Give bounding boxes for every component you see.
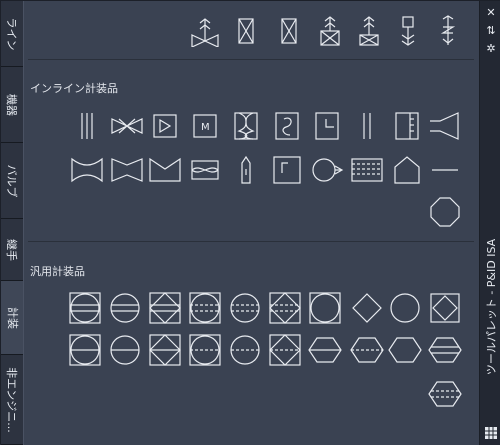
symbol-general-circle-box-dashed[interactable] [188, 291, 222, 325]
symbol-general-diamond-box-dashed[interactable] [268, 291, 302, 325]
symbol-inline-orifice[interactable] [188, 153, 222, 187]
tab-fitting[interactable]: 継手 [1, 219, 23, 281]
palette-content: インライン計装品 M 汎用計装品 [23, 1, 479, 445]
tab-instrumentation-label: 計装 [6, 306, 19, 329]
symbol-inline-rotameter[interactable] [310, 153, 344, 187]
symbol-general-hexagon-dashes[interactable] [428, 377, 462, 411]
symbol-general-diamond[interactable] [350, 291, 384, 325]
symbol-general-circle-line[interactable] [108, 333, 142, 367]
symbol-inline-grid[interactable] [350, 153, 384, 187]
tab-valve-label: バルブ [5, 164, 18, 197]
symbol-valve-actuated-2[interactable] [313, 13, 347, 47]
autohide-icon[interactable]: ⇅ [484, 25, 498, 37]
symbol-inline-venturi[interactable] [70, 153, 104, 187]
symbol-valve-actuated-5[interactable] [431, 13, 465, 47]
symbol-box-diagonal-1[interactable] [229, 13, 263, 47]
symbol-inline-line[interactable] [428, 153, 462, 187]
symbol-general-hexagon-lines[interactable] [428, 333, 462, 367]
symbol-inline-double-valve[interactable] [110, 109, 144, 143]
svg-text:M: M [201, 122, 210, 133]
palette-title: ツールパレット - P&ID ISA [485, 238, 498, 376]
tab-valve[interactable]: バルブ [1, 143, 23, 219]
tab-line[interactable]: ライン [1, 1, 23, 67]
symbol-inline-spiral[interactable] [270, 109, 304, 143]
symbol-general-diamond-box-lines[interactable] [148, 291, 182, 325]
tab-non-engineering[interactable]: 非エンジニ... [1, 355, 23, 445]
symbol-inline-v-box[interactable] [148, 153, 182, 187]
tab-fitting-label: 継手 [5, 238, 18, 261]
palette-tab-strip: ライン 機器 バルブ 継手 計装 非エンジニ... [1, 1, 25, 445]
symbol-inline-corner-box[interactable] [310, 109, 344, 143]
palette-title-bar: ✕ ⇅ ✲ ツールパレット - P&ID ISA [479, 1, 500, 445]
symbol-general-diamond-box-line[interactable] [148, 333, 182, 367]
tab-line-label: ライン [5, 17, 18, 50]
section-title-inline: インライン計装品 [30, 82, 118, 95]
symbol-inline-gauge-scale[interactable] [390, 109, 424, 143]
symbol-general-diamond-in-box[interactable] [428, 291, 462, 325]
symbol-general-circle-dashed[interactable] [228, 291, 262, 325]
symbol-general-hexagon-dash[interactable] [350, 333, 384, 367]
symbol-valve-actuated-1[interactable] [188, 13, 222, 47]
symbol-inline-bars[interactable] [70, 109, 104, 143]
symbol-general-circle[interactable] [388, 291, 422, 325]
symbol-general-circle-box-line[interactable] [68, 333, 102, 367]
section-divider [28, 59, 474, 60]
tool-palette-window: ライン 機器 バルブ 継手 計装 非エンジニ... インライン計装品 M 汎用計… [0, 0, 500, 445]
symbol-inline-reducer[interactable] [428, 109, 462, 143]
symbol-inline-play-box[interactable] [148, 109, 182, 143]
symbol-inline-bowtie[interactable] [110, 153, 144, 187]
symbol-general-circle-box-lines[interactable] [68, 291, 102, 325]
palette-menu-icon[interactable] [484, 425, 498, 439]
symbol-general-circle-lines[interactable] [108, 291, 142, 325]
symbol-inline-pentagon[interactable] [390, 153, 424, 187]
tab-equipment-label: 機器 [5, 93, 18, 116]
symbol-inline-double-line[interactable] [350, 109, 384, 143]
symbol-inline-motor-box[interactable]: M [188, 109, 222, 143]
gear-icon[interactable]: ✲ [484, 43, 498, 55]
symbol-general-hexagon[interactable] [388, 333, 422, 367]
symbol-valve-actuated-4[interactable] [391, 13, 425, 47]
close-icon[interactable]: ✕ [484, 7, 498, 19]
symbol-general-diamond-box-dash[interactable] [268, 333, 302, 367]
section-title-general: 汎用計装品 [30, 265, 85, 278]
symbol-general-circle-in-box[interactable] [308, 291, 342, 325]
section-divider [28, 241, 474, 242]
symbol-inline-step-box[interactable] [270, 153, 304, 187]
symbol-general-circle-box-dash[interactable] [188, 333, 222, 367]
symbol-general-hexagon-line[interactable] [308, 333, 342, 367]
symbol-general-circle-dash[interactable] [228, 333, 262, 367]
symbol-inline-twisted[interactable] [229, 109, 263, 143]
tab-non-engineering-label: 非エンジニ... [5, 366, 18, 433]
symbol-inline-octagon[interactable] [428, 195, 462, 229]
symbol-box-diagonal-2[interactable] [272, 13, 306, 47]
tab-equipment[interactable]: 機器 [1, 67, 23, 143]
symbol-inline-probe[interactable] [229, 153, 263, 187]
symbol-valve-actuated-3[interactable] [352, 13, 386, 47]
tab-instrumentation[interactable]: 計装 [1, 281, 25, 355]
